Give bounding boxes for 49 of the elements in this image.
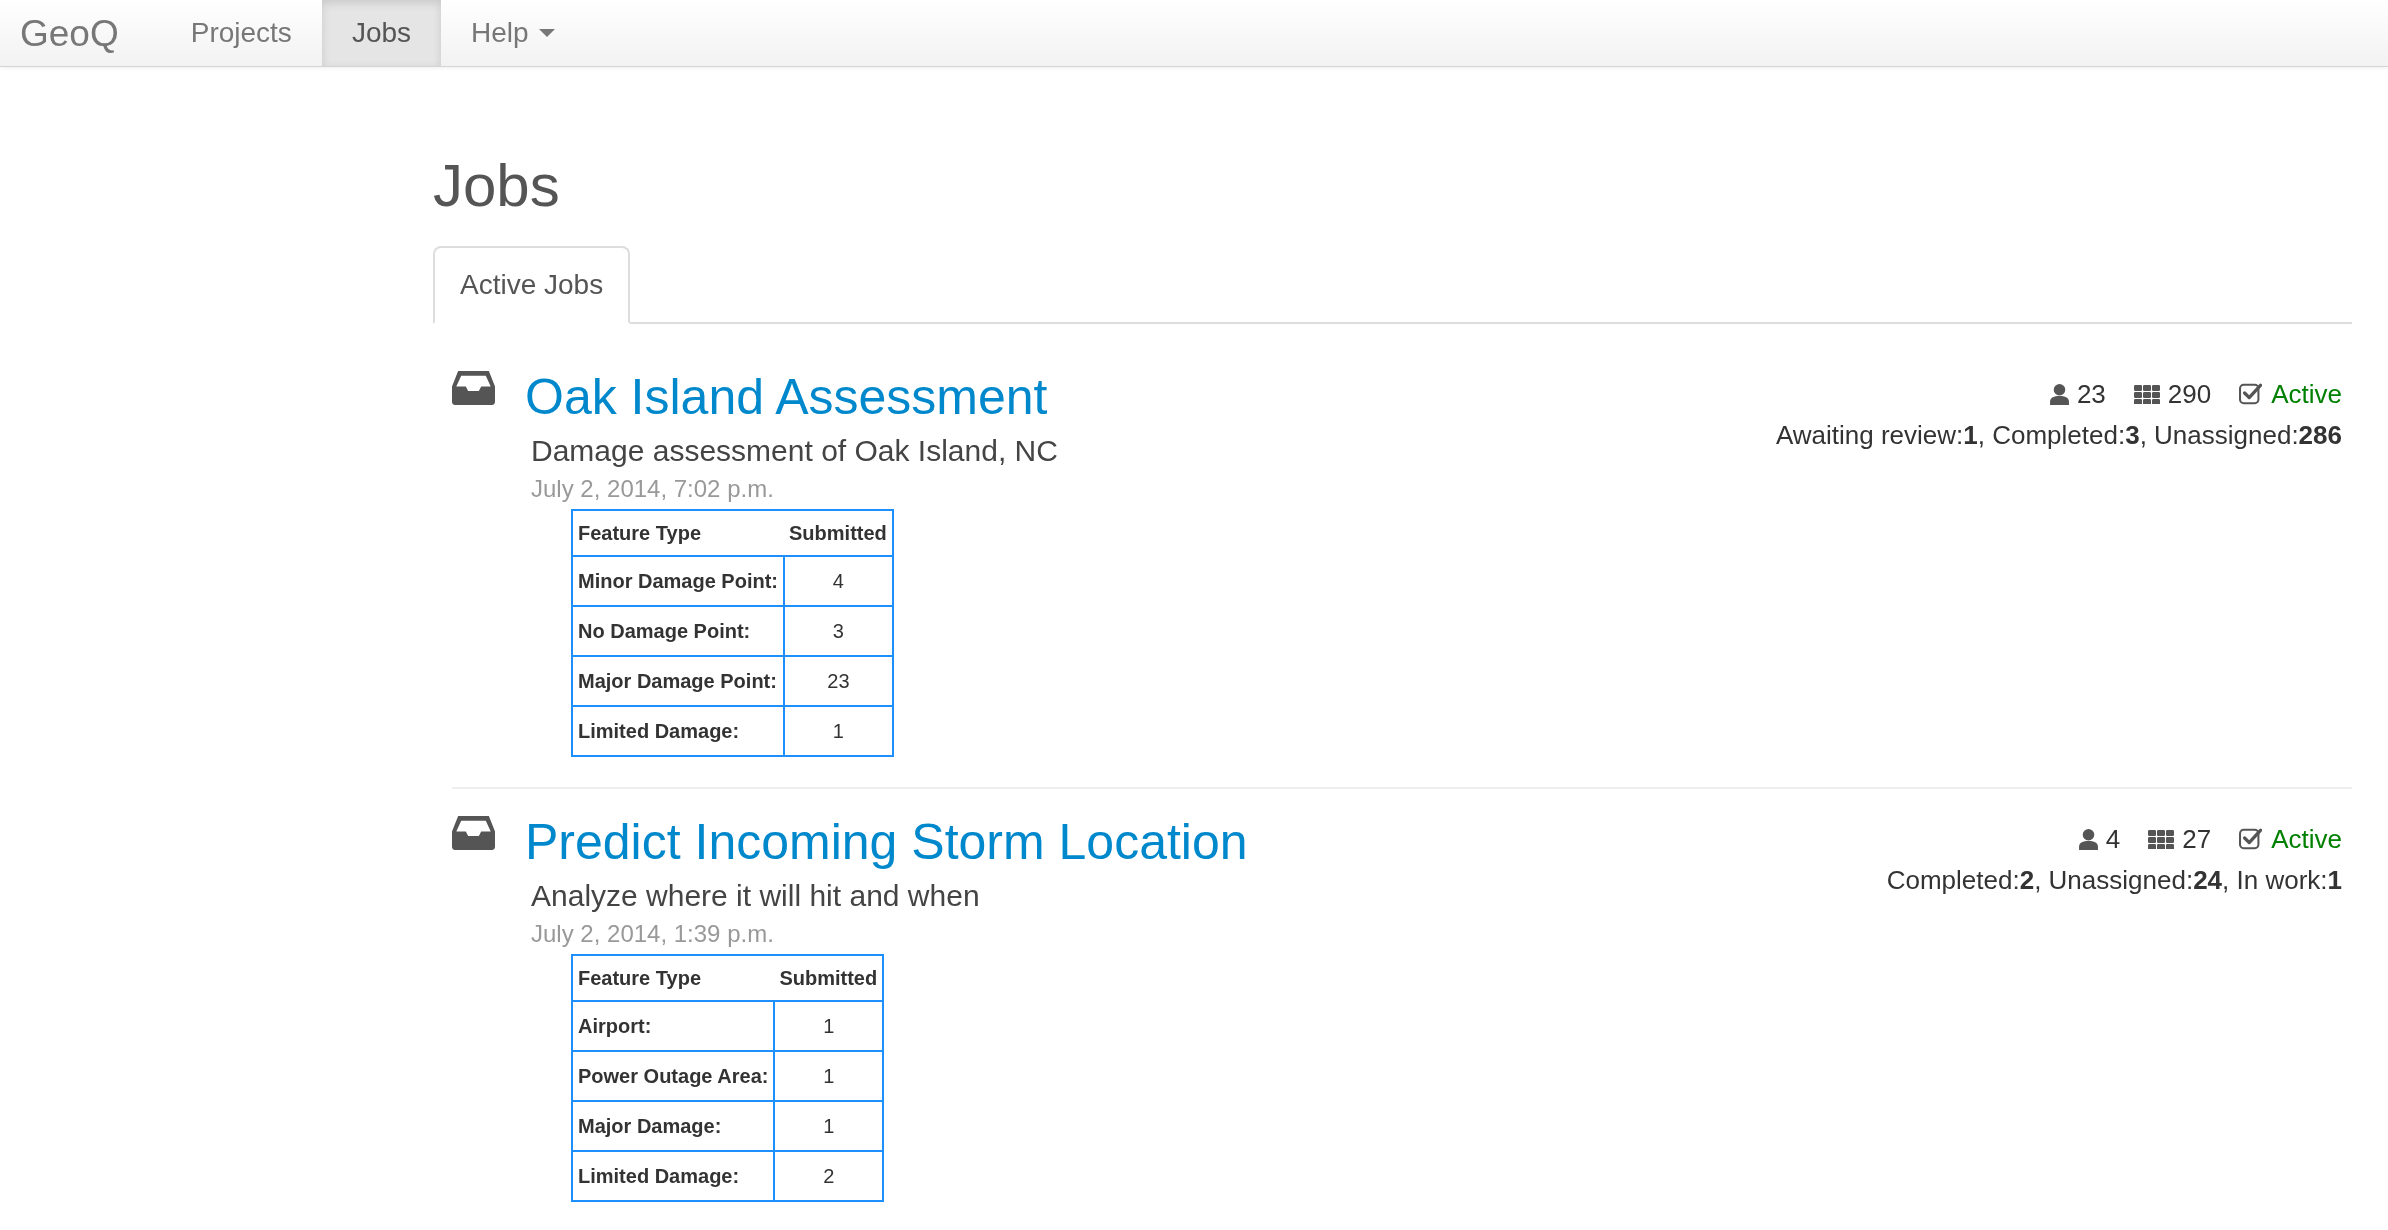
status-label: Active [2271,378,2342,411]
user-count: 23 [2076,378,2106,411]
nav-link[interactable]: Projects [160,0,322,66]
table-cell: 1 [774,1051,884,1101]
table-cell: Major Damage: [572,1101,775,1151]
job-title-link[interactable]: Predict Incoming Storm Location [525,812,1248,872]
progress-summary: Awaiting review:1, Completed:3, Unassigned:286 [1775,419,2342,452]
table-cell: 1 [774,1001,884,1051]
grid-count: 290 [2167,378,2212,411]
inbox-icon [452,816,495,850]
table-header-cell: Feature Type [572,510,784,556]
job-title-link[interactable]: Oak Island Assessment [525,367,1048,427]
table-cell: No Damage Point: [572,606,784,656]
nav-link[interactable]: Help [441,0,585,66]
page-title: Jobs [433,153,561,219]
checkbox-icon [2239,383,2263,405]
user-icon [2078,828,2098,850]
table-cell: Minor Damage Point: [572,556,784,606]
nav-link[interactable]: Jobs [321,0,442,66]
table-cell: 1 [784,706,893,756]
status-label: Active [2271,823,2342,856]
user-icon [2049,383,2069,405]
table-cell: Limited Damage: [572,706,784,756]
grid-icon [2148,829,2175,849]
caret-icon [538,29,555,37]
table-cell: 2 [774,1151,884,1201]
job-description: Damage assessment of Oak Island, NC [530,433,1058,469]
job-description: Analyze where it will hit and when [530,878,980,914]
table-cell: 3 [784,606,893,656]
table-cell: 4 [784,556,893,606]
table-cell: Major Damage Point: [572,656,784,706]
grid-icon [2133,384,2160,404]
progress-summary: Completed:2, Unassigned:24, In work:1 [1886,864,2342,897]
tab[interactable]: Active Jobs [433,246,631,324]
table-header-cell: Submitted [774,955,884,1001]
inbox-icon [452,371,495,405]
job-date: July 2, 2014, 1:39 p.m. [530,919,774,949]
table-header-cell: Submitted [784,510,893,556]
table-cell: 23 [784,656,893,706]
table-cell: 1 [774,1101,884,1151]
job-date: July 2, 2014, 7:02 p.m. [530,474,774,504]
table-cell: Power Outage Area: [572,1051,775,1101]
brand-link[interactable]: GeoQ [0,0,161,66]
grid-count: 27 [2182,823,2212,856]
table-header-cell: Feature Type [572,955,775,1001]
user-count: 4 [2105,823,2121,856]
checkbox-icon [2239,828,2263,850]
table-cell: Airport: [572,1001,775,1051]
table-cell: Limited Damage: [572,1151,775,1201]
